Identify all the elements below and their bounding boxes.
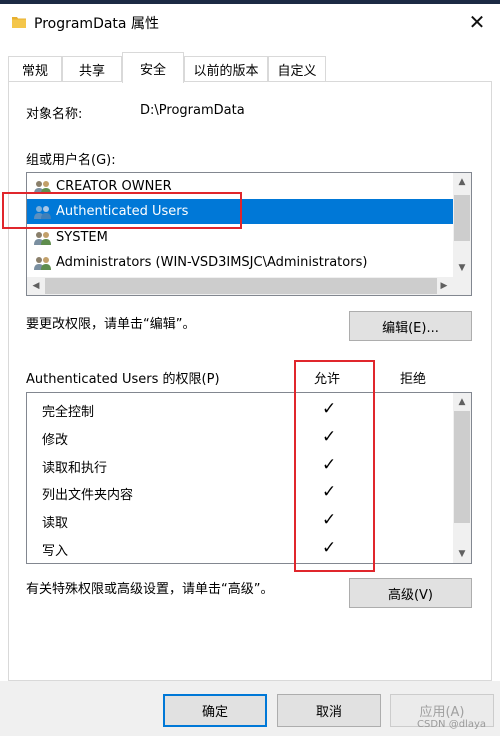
- user-group-icon: [34, 231, 51, 245]
- permission-row: 读取和执行 ✓: [27, 451, 453, 479]
- chevron-down-icon[interactable]: ▼: [453, 259, 471, 277]
- close-button[interactable]: ✕: [454, 4, 500, 40]
- check-icon: ✓: [322, 538, 337, 558]
- chevron-right-icon[interactable]: ▶: [435, 277, 453, 295]
- check-icon: ✓: [322, 399, 337, 419]
- scrollbar-thumb[interactable]: [454, 411, 470, 523]
- permission-row: 修改 ✓: [27, 423, 453, 451]
- permission-name: 修改: [42, 433, 69, 448]
- close-icon: ✕: [468, 10, 486, 34]
- tab-sharing[interactable]: 共享: [62, 56, 122, 82]
- user-group-icon: [34, 180, 51, 194]
- object-name-label: 对象名称:: [26, 107, 83, 122]
- window-title: ProgramData 属性: [34, 16, 159, 32]
- check-icon: ✓: [322, 455, 337, 475]
- deny-header: 拒绝: [400, 372, 427, 387]
- user-group-icon: [34, 205, 51, 219]
- permission-name: 读取: [42, 516, 69, 531]
- chevron-left-icon[interactable]: ◀: [27, 277, 45, 295]
- permissions-label: Authenticated Users 的权限(P): [26, 372, 220, 387]
- permission-row: 完全控制 ✓: [27, 395, 453, 423]
- check-icon: ✓: [322, 427, 337, 447]
- chevron-up-icon[interactable]: ▲: [453, 173, 471, 191]
- object-name-value: D:\ProgramData: [140, 103, 245, 118]
- user-list-item[interactable]: SYSTEM: [27, 225, 453, 250]
- user-list-item[interactable]: CREATOR OWNER: [27, 174, 453, 199]
- permission-row: 读取 ✓: [27, 506, 453, 534]
- advanced-button[interactable]: 高级(V): [349, 578, 472, 608]
- groups-label: 组或用户名(G):: [26, 153, 116, 168]
- user-group-icon: [34, 256, 51, 270]
- user-name: Authenticated Users: [56, 204, 189, 219]
- check-icon: ✓: [322, 510, 337, 530]
- permission-row: 写入 ✓: [27, 534, 453, 562]
- permissions-vertical-scrollbar[interactable]: ▲ ▼: [453, 393, 471, 563]
- tab-customize[interactable]: 自定义: [268, 56, 326, 82]
- user-list-item[interactable]: Administrators (WIN-VSD3IMSJC\Administra…: [27, 250, 453, 275]
- user-name: Administrators (WIN-VSD3IMSJC\Administra…: [56, 255, 368, 270]
- tab-security[interactable]: 安全: [122, 52, 184, 83]
- edit-hint: 要更改权限，请单击“编辑”。: [26, 317, 196, 332]
- permission-row: 列出文件夹内容 ✓: [27, 478, 453, 506]
- user-list-item-selected[interactable]: Authenticated Users: [27, 199, 453, 224]
- advanced-hint: 有关特殊权限或高级设置，请单击“高级”。: [26, 582, 274, 597]
- watermark: CSDN @dlaya: [417, 719, 486, 730]
- tab-general[interactable]: 常规: [8, 56, 62, 82]
- chevron-down-icon[interactable]: ▼: [453, 545, 471, 563]
- user-name: SYSTEM: [56, 230, 108, 245]
- edit-button[interactable]: 编辑(E)...: [349, 311, 472, 341]
- user-list[interactable]: CREATOR OWNER Authenticated Users SYSTEM…: [26, 172, 472, 296]
- check-icon: ✓: [322, 482, 337, 502]
- allow-header: 允许: [314, 372, 341, 387]
- title-bar: ProgramData 属性 ✕: [0, 4, 500, 40]
- permission-name: 读取和执行: [42, 461, 108, 476]
- cancel-button[interactable]: 取消: [277, 694, 381, 727]
- user-name: CREATOR OWNER: [56, 179, 172, 194]
- tab-previous-versions[interactable]: 以前的版本: [184, 56, 268, 82]
- scrollbar-thumb[interactable]: [45, 278, 437, 294]
- tab-bar: 常规 共享 安全 以前的版本 自定义: [8, 52, 492, 83]
- ok-button[interactable]: 确定: [163, 694, 267, 727]
- scrollbar-thumb[interactable]: [454, 195, 470, 241]
- permission-name: 列出文件夹内容: [42, 488, 134, 503]
- permissions-list: 完全控制 ✓ 修改 ✓ 读取和执行 ✓ 列出文件夹内容 ✓ 读取 ✓ 写入 ✓ …: [26, 392, 472, 564]
- user-list-vertical-scrollbar[interactable]: ▲ ▼: [453, 173, 471, 277]
- permission-name: 完全控制: [42, 405, 95, 420]
- chevron-up-icon[interactable]: ▲: [453, 393, 471, 411]
- permission-name: 写入: [42, 544, 69, 559]
- scrollbar-corner: [453, 277, 471, 295]
- user-list-horizontal-scrollbar[interactable]: ◀ ▶: [27, 277, 453, 295]
- folder-icon: [12, 17, 26, 28]
